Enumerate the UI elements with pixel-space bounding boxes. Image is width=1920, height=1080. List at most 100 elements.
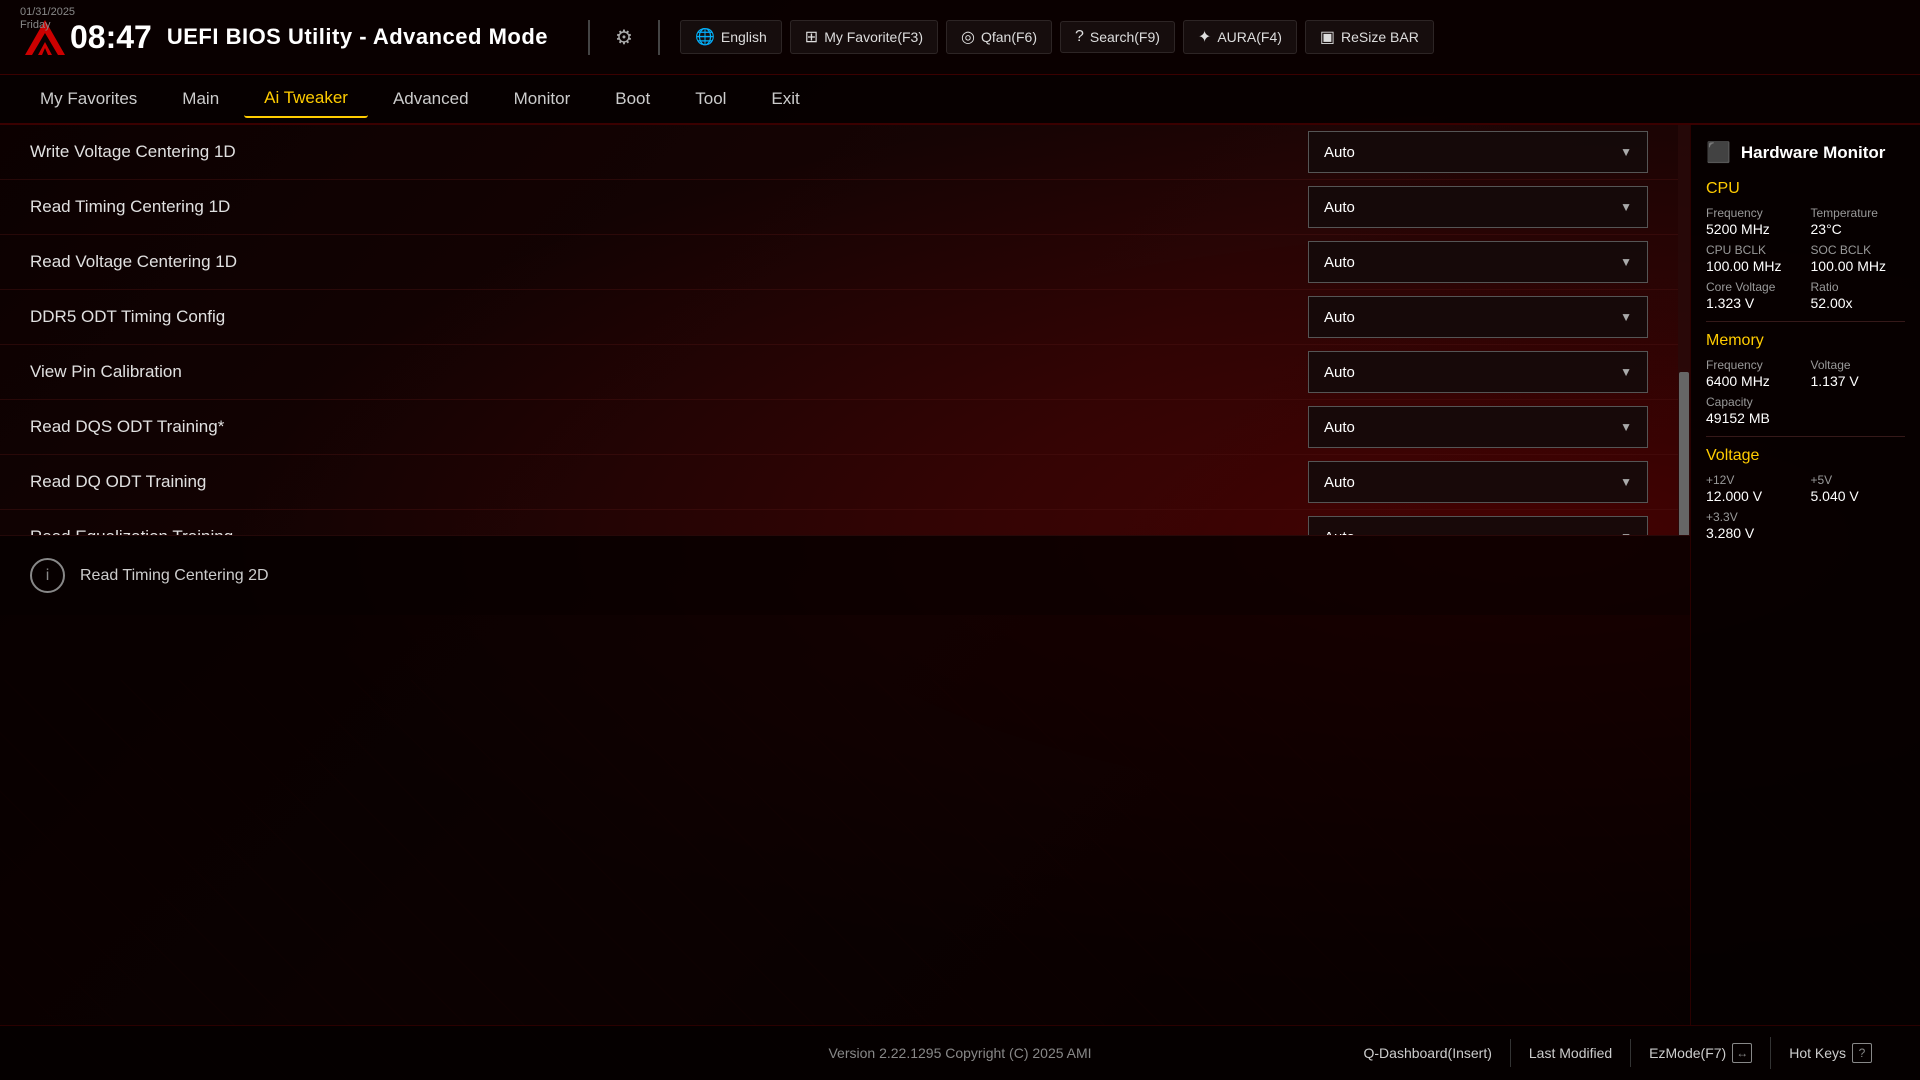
hw-cpu-freq-value: 5200 MHz	[1706, 221, 1801, 237]
hot-keys-label: Hot Keys	[1789, 1045, 1846, 1061]
hw-memory-section-title: Memory	[1706, 332, 1905, 350]
language-button[interactable]: 🌐 English	[680, 20, 782, 54]
setting-label-read-voltage-1d: Read Voltage Centering 1D	[30, 252, 1308, 272]
dropdown-value: Auto	[1324, 254, 1355, 271]
header-divider	[588, 20, 590, 55]
qfan-label: Qfan(F6)	[981, 29, 1037, 45]
setting-control-ddr5-odt[interactable]: Auto ▼	[1308, 296, 1648, 338]
hw-divider-2	[1706, 436, 1905, 437]
hw-cpu-freq-label: Frequency	[1706, 206, 1801, 220]
dropdown-read-timing-1d[interactable]: Auto ▼	[1308, 186, 1648, 228]
hw-voltage-grid: +12V 12.000 V +5V 5.040 V +3.3V 3.280 V	[1706, 473, 1905, 541]
last-modified-button[interactable]: Last Modified	[1511, 1039, 1631, 1067]
hw-core-voltage-item: Core Voltage 1.323 V	[1706, 280, 1801, 311]
hw-divider-1	[1706, 321, 1905, 322]
hw-cpu-grid: Frequency 5200 MHz Temperature 23°C CPU …	[1706, 206, 1905, 311]
chevron-down-icon: ▼	[1620, 310, 1632, 324]
nav-my-favorites[interactable]: My Favorites	[20, 81, 157, 117]
nav-exit[interactable]: Exit	[751, 81, 819, 117]
dropdown-value: Auto	[1324, 364, 1355, 381]
setting-label-read-dqs-odt: Read DQS ODT Training*	[30, 417, 1308, 437]
setting-control-read-dqs-odt[interactable]: Auto ▼	[1308, 406, 1648, 448]
hw-cpu-bclk-item: CPU BCLK 100.00 MHz	[1706, 243, 1801, 274]
setting-row-read-equalization[interactable]: Read Equalization Training Auto ▼	[0, 510, 1678, 535]
settings-gear-button[interactable]: ⚙	[610, 20, 638, 55]
hw-soc-bclk-label: SOC BCLK	[1811, 243, 1906, 257]
qfan-button[interactable]: ◎ Qfan(F6)	[946, 20, 1052, 54]
fan-icon: ◎	[961, 27, 975, 47]
dropdown-value: Auto	[1324, 199, 1355, 216]
aura-icon: ✦	[1198, 27, 1211, 47]
search-button[interactable]: ? Search(F9)	[1060, 21, 1175, 53]
dropdown-value: Auto	[1324, 309, 1355, 326]
hw-mem-capacity-value: 49152 MB	[1706, 410, 1801, 426]
hw-cpu-section-title: CPU	[1706, 180, 1905, 198]
setting-row-read-dq-odt[interactable]: Read DQ ODT Training Auto ▼	[0, 455, 1678, 510]
setting-label-read-equalization: Read Equalization Training	[30, 527, 1308, 535]
ezmode-button[interactable]: EzMode(F7) ↔	[1631, 1037, 1771, 1069]
nav-monitor[interactable]: Monitor	[494, 81, 591, 117]
footer: Version 2.22.1295 Copyright (C) 2025 AMI…	[0, 1025, 1920, 1080]
setting-control-read-timing-1d[interactable]: Auto ▼	[1308, 186, 1648, 228]
hw-ratio-value: 52.00x	[1811, 295, 1906, 311]
setting-control-write-voltage-1d[interactable]: Auto ▼	[1308, 131, 1648, 173]
hw-mem-freq-value: 6400 MHz	[1706, 373, 1801, 389]
resize-icon: ▣	[1320, 27, 1335, 47]
setting-control-view-pin-calibration[interactable]: Auto ▼	[1308, 351, 1648, 393]
dropdown-read-equalization[interactable]: Auto ▼	[1308, 516, 1648, 535]
scrollbar-track[interactable]	[1678, 125, 1690, 535]
setting-control-read-equalization[interactable]: Auto ▼	[1308, 516, 1648, 535]
setting-row-write-voltage-1d[interactable]: Write Voltage Centering 1D Auto ▼	[0, 125, 1678, 180]
settings-scroll-area: Write Voltage Centering 1D Auto ▼ Read T…	[0, 125, 1690, 535]
content-empty-space	[0, 615, 1690, 1025]
dropdown-view-pin-calibration[interactable]: Auto ▼	[1308, 351, 1648, 393]
hw-mem-voltage-value: 1.137 V	[1811, 373, 1906, 389]
dropdown-read-dq-odt[interactable]: Auto ▼	[1308, 461, 1648, 503]
hw-12v-value: 12.000 V	[1706, 488, 1801, 504]
setting-control-read-voltage-1d[interactable]: Auto ▼	[1308, 241, 1648, 283]
hw-monitor-panel: ⬛ Hardware Monitor CPU Frequency 5200 MH…	[1690, 125, 1920, 1025]
setting-row-read-voltage-1d[interactable]: Read Voltage Centering 1D Auto ▼	[0, 235, 1678, 290]
setting-row-read-timing-1d[interactable]: Read Timing Centering 1D Auto ▼	[0, 180, 1678, 235]
dropdown-read-voltage-1d[interactable]: Auto ▼	[1308, 241, 1648, 283]
bios-title: UEFI BIOS Utility - Advanced Mode	[167, 24, 548, 50]
hot-keys-button[interactable]: Hot Keys ?	[1771, 1037, 1890, 1069]
hw-12v-item: +12V 12.000 V	[1706, 473, 1801, 504]
hw-12v-label: +12V	[1706, 473, 1801, 487]
scrollbar-thumb[interactable]	[1679, 372, 1689, 535]
q-dashboard-button[interactable]: Q-Dashboard(Insert)	[1346, 1039, 1511, 1067]
aura-button[interactable]: ✦ AURA(F4)	[1183, 20, 1297, 54]
hw-monitor-title-row: ⬛ Hardware Monitor	[1706, 140, 1905, 165]
last-modified-label: Last Modified	[1529, 1045, 1612, 1061]
hw-monitor-title: Hardware Monitor	[1741, 143, 1886, 163]
dropdown-read-dqs-odt[interactable]: Auto ▼	[1308, 406, 1648, 448]
hw-core-voltage-value: 1.323 V	[1706, 295, 1801, 311]
my-favorite-button[interactable]: ⊞ My Favorite(F3)	[790, 20, 938, 54]
main-content: Write Voltage Centering 1D Auto ▼ Read T…	[0, 125, 1920, 1025]
globe-icon: 🌐	[695, 27, 715, 47]
nav-boot[interactable]: Boot	[595, 81, 670, 117]
nav-main[interactable]: Main	[162, 81, 239, 117]
hw-cpu-bclk-label: CPU BCLK	[1706, 243, 1801, 257]
nav-ai-tweaker[interactable]: Ai Tweaker	[244, 80, 368, 118]
hw-ratio-item: Ratio 52.00x	[1811, 280, 1906, 311]
dropdown-write-voltage-1d[interactable]: Auto ▼	[1308, 131, 1648, 173]
nav-menu: My Favorites Main Ai Tweaker Advanced Mo…	[0, 75, 1920, 125]
resize-bar-button[interactable]: ▣ ReSize BAR	[1305, 20, 1434, 54]
setting-control-read-dq-odt[interactable]: Auto ▼	[1308, 461, 1648, 503]
dropdown-ddr5-odt[interactable]: Auto ▼	[1308, 296, 1648, 338]
chevron-down-icon: ▼	[1620, 420, 1632, 434]
setting-row-view-pin-calibration[interactable]: View Pin Calibration Auto ▼	[0, 345, 1678, 400]
q-dashboard-label: Q-Dashboard(Insert)	[1364, 1045, 1492, 1061]
search-label: Search(F9)	[1090, 29, 1160, 45]
setting-row-ddr5-odt[interactable]: DDR5 ODT Timing Config Auto ▼	[0, 290, 1678, 345]
chevron-down-icon: ▼	[1620, 365, 1632, 379]
settings-list: Write Voltage Centering 1D Auto ▼ Read T…	[0, 125, 1678, 535]
chevron-down-icon: ▼	[1620, 200, 1632, 214]
nav-advanced[interactable]: Advanced	[373, 81, 489, 117]
nav-tool[interactable]: Tool	[675, 81, 746, 117]
setting-row-read-dqs-odt[interactable]: Read DQS ODT Training* Auto ▼	[0, 400, 1678, 455]
chevron-down-icon: ▼	[1620, 255, 1632, 269]
hotkeys-question-icon: ?	[1852, 1043, 1872, 1063]
my-favorite-label: My Favorite(F3)	[824, 29, 923, 45]
